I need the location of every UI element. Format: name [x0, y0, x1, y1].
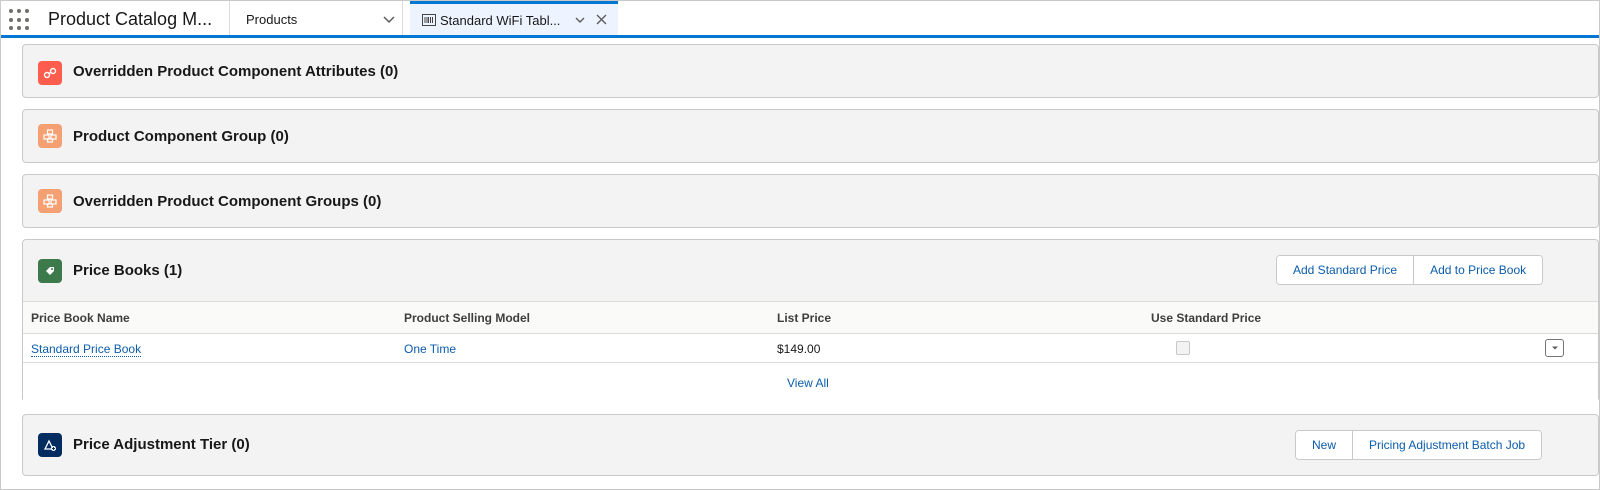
card-component-group: Product Component Group (0) — [22, 109, 1599, 163]
add-to-price-book-button[interactable]: Add to Price Book — [1413, 256, 1543, 284]
app-name: Product Catalog M... — [48, 9, 213, 29]
price-books-table: Price Book Name Product Selling Model Li… — [23, 301, 1598, 403]
chevron-down-icon[interactable] — [574, 14, 586, 26]
component-group-icon — [38, 189, 62, 213]
card-title: Overridden Product Component Groups (0) — [73, 193, 382, 210]
column-header[interactable]: Use Standard Price — [1151, 311, 1261, 325]
card-price-adjustment-tier: Price Adjustment Tier (0) New Pricing Ad… — [22, 414, 1599, 476]
nav-divider — [229, 1, 230, 35]
price-book-name-link[interactable]: Standard Price Book — [31, 342, 142, 357]
add-standard-price-button[interactable]: Add Standard Price — [1277, 256, 1414, 284]
use-standard-price-checkbox — [1176, 341, 1190, 355]
card-title: Overridden Product Component Attributes … — [73, 63, 399, 80]
table-header: Price Book Name Product Selling Model Li… — [23, 302, 1598, 334]
card-title: Price Adjustment Tier (0) — [73, 436, 250, 453]
app-launcher-icon[interactable] — [9, 9, 33, 31]
top-nav-bar: Product Catalog M... Products Standard W… — [1, 1, 1599, 38]
column-header[interactable]: Product Selling Model — [404, 311, 530, 325]
table-row: Standard Price Book One Time $149.00 — [23, 334, 1598, 363]
pricebook-icon — [38, 259, 62, 283]
row-actions-button[interactable] — [1545, 339, 1564, 357]
barcode-icon — [422, 14, 436, 26]
card-title: Price Books (1) — [73, 262, 183, 279]
chevron-down-icon[interactable] — [381, 11, 397, 27]
close-icon[interactable] — [596, 14, 607, 25]
card-overridden-groups: Overridden Product Component Groups (0) — [22, 174, 1599, 228]
view-all-link[interactable]: View All — [787, 376, 829, 390]
pricing-adjustment-batch-job-button[interactable]: Pricing Adjustment Batch Job — [1352, 431, 1542, 459]
price-adjustment-actions: New Pricing Adjustment Batch Job — [1295, 430, 1543, 460]
price-books-actions: Add Standard Price Add to Price Book — [1276, 255, 1544, 285]
component-group-icon — [38, 124, 62, 148]
app-window: Product Catalog M... Products Standard W… — [0, 0, 1600, 490]
nav-item-products[interactable]: Products — [246, 12, 297, 27]
nav-divider — [402, 1, 403, 35]
card-price-books: Price Books (1) Add Standard Price Add t… — [22, 239, 1599, 403]
chevron-down-icon — [1551, 346, 1558, 350]
column-header[interactable]: List Price — [777, 311, 831, 325]
selling-model-link[interactable]: One Time — [404, 342, 456, 356]
price-adjustment-icon — [38, 433, 62, 457]
list-price-value: $149.00 — [777, 342, 821, 356]
tab-label: Standard WiFi Tabl... — [440, 13, 561, 28]
column-header[interactable]: Price Book Name — [31, 311, 130, 325]
card-overridden-attributes: Overridden Product Component Attributes … — [22, 44, 1599, 98]
table-footer: View All — [23, 363, 1598, 403]
new-button[interactable]: New — [1296, 431, 1353, 459]
card-title: Product Component Group (0) — [73, 128, 289, 145]
attribute-icon — [38, 61, 62, 85]
tab-standard-wifi[interactable]: Standard WiFi Tabl... — [410, 1, 618, 35]
